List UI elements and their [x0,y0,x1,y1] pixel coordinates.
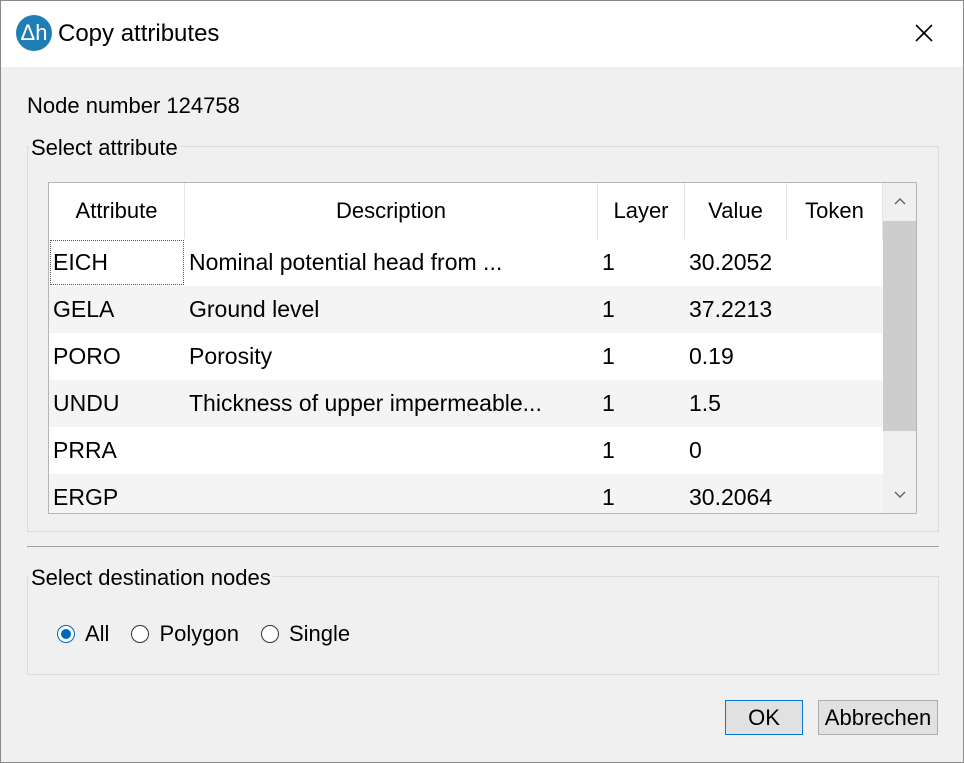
close-button[interactable] [901,13,947,53]
cell-attribute[interactable]: EICH [49,239,185,286]
cell-attribute[interactable]: PRRA [49,427,185,474]
ok-button[interactable]: OK [725,700,803,735]
column-header-layer[interactable]: Layer [598,183,685,239]
column-header-value[interactable]: Value [685,183,787,239]
cell-description[interactable]: Thickness of upper impermeable... [185,380,598,427]
radio-checked-icon[interactable] [57,625,75,643]
cell-layer[interactable]: 1 [598,474,685,513]
table-row[interactable]: GELA Ground level 1 37.2213 [49,286,883,333]
cell-token[interactable] [787,333,883,380]
chevron-down-icon [894,491,905,498]
cell-layer[interactable]: 1 [598,239,685,286]
table-scrollbar[interactable] [883,183,916,513]
close-icon [915,24,933,42]
cell-description[interactable]: Porosity [185,333,598,380]
cell-description[interactable]: Ground level [185,286,598,333]
cell-token[interactable] [787,380,883,427]
cell-value[interactable]: 1.5 [685,380,787,427]
radio-unchecked-icon[interactable] [260,625,279,643]
column-header-token[interactable]: Token [787,183,883,239]
separator-line [27,546,939,547]
scroll-up-button[interactable] [883,183,916,219]
radio-polygon-label: Polygon [159,621,239,646]
scrollbar-thumb[interactable] [883,221,916,431]
radio-unchecked-icon[interactable] [131,625,150,643]
cell-layer[interactable]: 1 [598,286,685,333]
cell-attribute[interactable]: ERGP [49,474,185,513]
select-attribute-label: Select attribute [29,135,180,161]
dialog-title: Copy attributes [58,20,220,47]
cell-value[interactable]: 37.2213 [685,286,787,333]
destination-nodes-label: Select destination nodes [29,565,273,591]
cell-token[interactable] [787,286,883,333]
cell-token[interactable] [787,427,883,474]
cell-description[interactable] [185,474,598,513]
cell-token[interactable] [787,239,883,286]
cell-layer[interactable]: 1 [598,380,685,427]
column-header-description[interactable]: Description [185,183,598,239]
radio-single-label: Single [288,621,351,646]
cell-value[interactable]: 0.19 [685,333,787,380]
radio-single[interactable]: Single [260,621,351,647]
cell-value[interactable]: 30.2052 [685,239,787,286]
title-bar: Δh Copy attributes [1,1,963,67]
cell-value[interactable]: 30.2064 [685,474,787,513]
node-number-label: Node number 124758 [27,93,240,118]
cell-token[interactable] [787,474,883,513]
table-row[interactable]: UNDU Thickness of upper impermeable... 1… [49,380,883,427]
radio-polygon[interactable]: Polygon [131,621,239,647]
attribute-table[interactable]: Attribute Description Layer Value Token … [48,182,917,514]
cell-description[interactable]: Nominal potential head from ... [185,239,598,286]
cell-attribute[interactable]: UNDU [49,380,185,427]
radio-all[interactable]: All [57,621,109,647]
chevron-up-icon [894,198,905,205]
table-header: Attribute Description Layer Value Token [49,183,883,239]
cell-description[interactable] [185,427,598,474]
cell-value[interactable]: 0 [685,427,787,474]
copy-attributes-dialog: Δh Copy attributes Node number 124758 Se… [0,0,964,763]
table-row[interactable]: PRRA 1 0 [49,427,883,474]
app-logo-icon: Δh [16,15,52,51]
cell-layer[interactable]: 1 [598,427,685,474]
table-row[interactable]: PORO Porosity 1 0.19 [49,333,883,380]
cell-attribute[interactable]: PORO [49,333,185,380]
destination-radio-group: All Polygon Single [57,621,372,647]
table-row[interactable]: ERGP 1 30.2064 [49,474,883,513]
cell-attribute[interactable]: GELA [49,286,185,333]
cancel-button[interactable]: Abbrechen [818,700,938,735]
table-row[interactable]: EICH Nominal potential head from ... 1 3… [49,239,883,286]
table-body: EICH Nominal potential head from ... 1 3… [49,239,883,513]
radio-all-label: All [85,621,110,646]
cell-layer[interactable]: 1 [598,333,685,380]
column-header-attribute[interactable]: Attribute [49,183,185,239]
scroll-down-button[interactable] [883,477,916,513]
